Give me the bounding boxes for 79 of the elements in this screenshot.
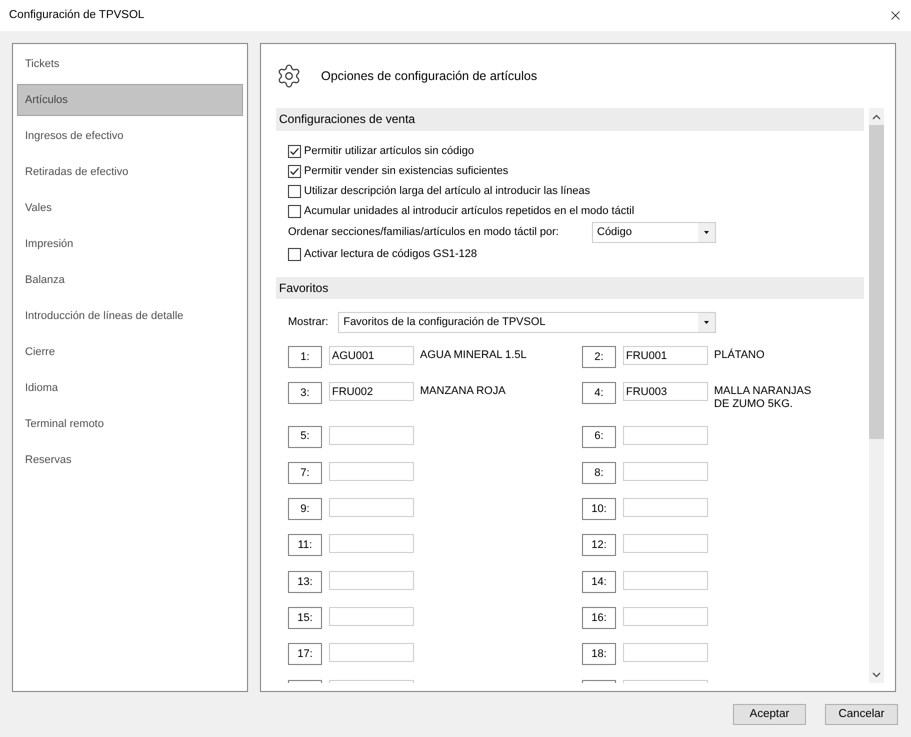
slot-number-button[interactable]: 17:	[288, 643, 322, 666]
section-header: Favoritos	[276, 277, 864, 299]
article-description: MALLA NARANJAS DE ZUMO 5KG.	[714, 384, 812, 412]
slot-number-button[interactable]: 18:	[582, 643, 616, 666]
article-code-field[interactable]	[329, 534, 414, 554]
checkbox[interactable]	[288, 184, 301, 198]
article-code-field[interactable]	[623, 498, 708, 518]
slot-number-button[interactable]: 14:	[582, 570, 616, 593]
slot-number-button[interactable]: 3:	[288, 382, 322, 404]
scroll-down-icon[interactable]	[872, 672, 881, 678]
checkbox-label: Permitir vender sin existencias suficientes	[304, 164, 508, 179]
dialog-button[interactable]: Cancelar	[825, 704, 898, 725]
article-code-field[interactable]	[329, 498, 414, 518]
window-title: Configuración de TPVSOL	[9, 8, 144, 23]
article-code-field[interactable]	[329, 570, 414, 590]
checkbox[interactable]	[288, 144, 301, 158]
field-label: Mostrar:	[288, 315, 328, 330]
checkbox[interactable]	[288, 164, 301, 178]
slot-number-button[interactable]: 4:	[582, 382, 616, 404]
sidebar-item[interactable]: Introducción de líneas de detalle	[17, 300, 243, 332]
slot-number-button[interactable]: 15:	[288, 607, 322, 630]
slot-number-button[interactable]: 12:	[582, 534, 616, 556]
dropdown[interactable]: Código	[592, 222, 716, 243]
slot-number-button[interactable]: 1:	[288, 346, 322, 368]
scrollbar-thumb[interactable]	[869, 125, 884, 439]
article-code-field[interactable]: FRU001	[623, 346, 708, 365]
sidebar-item[interactable]: Terminal remoto	[17, 408, 243, 440]
sidebar-item[interactable]: Impresión	[17, 228, 243, 260]
slot-number-button[interactable]: 5:	[288, 426, 322, 448]
article-code-field[interactable]	[623, 570, 708, 590]
dropdown[interactable]: Favoritos de la configuración de TPVSOL	[338, 312, 716, 333]
field-label: Ordenar secciones/familias/artículos en modo táctil por:	[288, 225, 559, 240]
sidebar-item[interactable]: Cierre	[17, 336, 243, 368]
article-code-field[interactable]: FRU003	[623, 382, 708, 402]
sidebar-item[interactable]: Idioma	[17, 372, 243, 404]
checkbox-label: Acumular unidades al introducir artículos repetidos en el modo táctil	[304, 204, 634, 219]
checkbox[interactable]	[288, 204, 301, 218]
article-description: PLÁTANO	[714, 348, 766, 362]
article-code-field[interactable]: FRU002	[329, 382, 414, 402]
article-description: AGUA MINERAL 1.5L	[420, 348, 528, 362]
sidebar-item[interactable]: Artículos	[17, 84, 243, 116]
checkbox-label: Utilizar descripción larga del artículo al introducir las líneas	[304, 184, 590, 199]
article-code-field[interactable]	[623, 426, 708, 445]
sidebar-item[interactable]: Balanza	[17, 264, 243, 296]
settings-icon	[276, 63, 302, 89]
sidebar-item[interactable]: Ingresos de efectivo	[17, 120, 243, 152]
slot-number-button[interactable]: 13:	[288, 570, 322, 593]
slot-number-button[interactable]: 2:	[582, 346, 616, 368]
slot-number-button[interactable]: 16:	[582, 607, 616, 630]
article-code-field[interactable]	[623, 643, 708, 662]
article-code-field[interactable]	[623, 607, 708, 626]
slot-number-button[interactable]: 8:	[582, 462, 616, 484]
article-description: MANZANA ROJA	[420, 384, 507, 398]
article-code-field[interactable]: AGU001	[329, 346, 414, 365]
section-header: Configuraciones de venta	[276, 108, 864, 131]
article-code-field[interactable]	[329, 607, 414, 626]
slot-number-button[interactable]: 9:	[288, 498, 322, 520]
checkbox-label: Activar lectura de códigos GS1-128	[304, 246, 478, 262]
sidebar-item[interactable]: Retiradas de efectivo	[17, 156, 243, 188]
article-code-field[interactable]	[623, 462, 708, 481]
slot-number-button[interactable]: 10:	[582, 498, 616, 520]
scroll-up-icon[interactable]	[872, 114, 881, 120]
article-code-field[interactable]	[329, 462, 414, 481]
sidebar-item[interactable]: Vales	[17, 192, 243, 224]
checkbox-label: Permitir utilizar artículos sin código	[304, 144, 474, 159]
article-code-field[interactable]	[329, 426, 414, 445]
panel-title: Opciones de configuración de artículos	[321, 68, 538, 85]
scrollbar-track[interactable]	[869, 108, 884, 683]
caret-icon	[698, 313, 715, 332]
article-code-field[interactable]	[623, 534, 708, 554]
sidebar-item[interactable]: Tickets	[17, 48, 243, 80]
slot-number-button[interactable]: 7:	[288, 462, 322, 484]
checkbox[interactable]	[288, 248, 301, 260]
sidebar-item[interactable]: Reservas	[17, 444, 243, 476]
dialog-button[interactable]: Aceptar	[733, 704, 806, 725]
slot-number-button[interactable]: 11:	[288, 534, 322, 556]
caret-icon	[698, 223, 715, 242]
article-code-field[interactable]	[329, 643, 414, 662]
slot-number-button[interactable]: 6:	[582, 426, 616, 448]
